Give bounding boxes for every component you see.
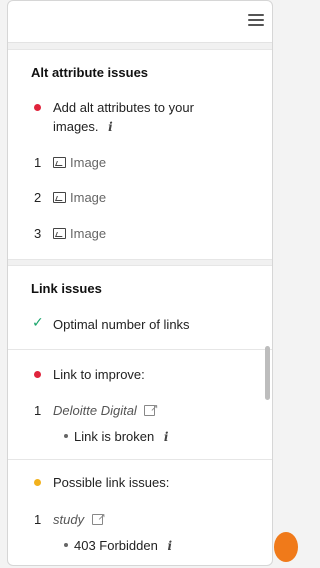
alt-item-image-link[interactable]: Image — [53, 226, 106, 241]
info-icon[interactable]: i — [164, 430, 169, 444]
hamburger-menu-icon[interactable] — [248, 14, 264, 28]
forbidden-text: 403 Forbidden — [74, 538, 158, 553]
alt-item-label: Image — [70, 155, 107, 170]
link-improve-title: Link to improve: — [53, 367, 145, 382]
section-separator — [8, 43, 272, 50]
scrollbar-thumb[interactable] — [265, 346, 270, 400]
external-link-icon[interactable] — [144, 399, 158, 418]
error-dot-icon — [34, 104, 41, 111]
link-item-number: 1 — [34, 512, 42, 527]
study-link[interactable]: study — [53, 512, 84, 527]
link-item-row: Deloitte Digital — [53, 399, 158, 420]
alt-section-title: Alt attribute issues — [31, 65, 149, 80]
alt-item-number: 3 — [34, 226, 42, 241]
divider — [8, 349, 272, 350]
external-link-icon[interactable] — [91, 508, 106, 527]
alt-item-number: 1 — [34, 155, 42, 170]
link-item-number: 1 — [34, 403, 42, 418]
panel-header — [8, 1, 272, 43]
alt-issue-text-line1: Add alt attributes to your — [53, 100, 194, 115]
alt-item-image-link[interactable]: Image — [53, 190, 106, 205]
link-item-detail-row: Link is broken i — [74, 427, 168, 447]
bullet-icon — [64, 434, 68, 438]
alt-item-label: Image — [70, 226, 107, 241]
link-item-row: study — [53, 508, 106, 529]
image-icon — [53, 192, 66, 203]
image-icon — [53, 157, 66, 168]
info-icon[interactable]: i — [167, 539, 172, 553]
bullet-icon — [64, 543, 68, 547]
alt-issue-text-end: images. — [53, 119, 99, 134]
alt-issue-text-line2: images. i — [53, 117, 113, 137]
floating-action-button[interactable] — [274, 532, 298, 562]
divider — [8, 459, 272, 460]
possible-issues-title: Possible link issues: — [53, 475, 170, 490]
section-separator — [8, 259, 272, 266]
warning-dot-icon — [34, 479, 41, 486]
image-icon — [53, 228, 66, 239]
alt-item-number: 2 — [34, 190, 42, 205]
info-icon[interactable]: i — [108, 120, 113, 134]
seo-issues-panel: Alt attribute issues Add alt attributes … — [7, 0, 273, 566]
alt-item-label: Image — [70, 190, 107, 205]
alt-item-image-link[interactable]: Image — [53, 155, 106, 170]
link-section-title: Link issues — [31, 281, 102, 296]
error-dot-icon — [34, 371, 41, 378]
link-broken-text: Link is broken — [74, 429, 155, 444]
check-icon: ✓ — [32, 314, 44, 330]
optimal-links-text: Optimal number of links — [53, 317, 190, 332]
deloitte-digital-link[interactable]: Deloitte Digital — [53, 403, 137, 418]
link-item-detail-row: 403 Forbidden i — [74, 536, 172, 556]
